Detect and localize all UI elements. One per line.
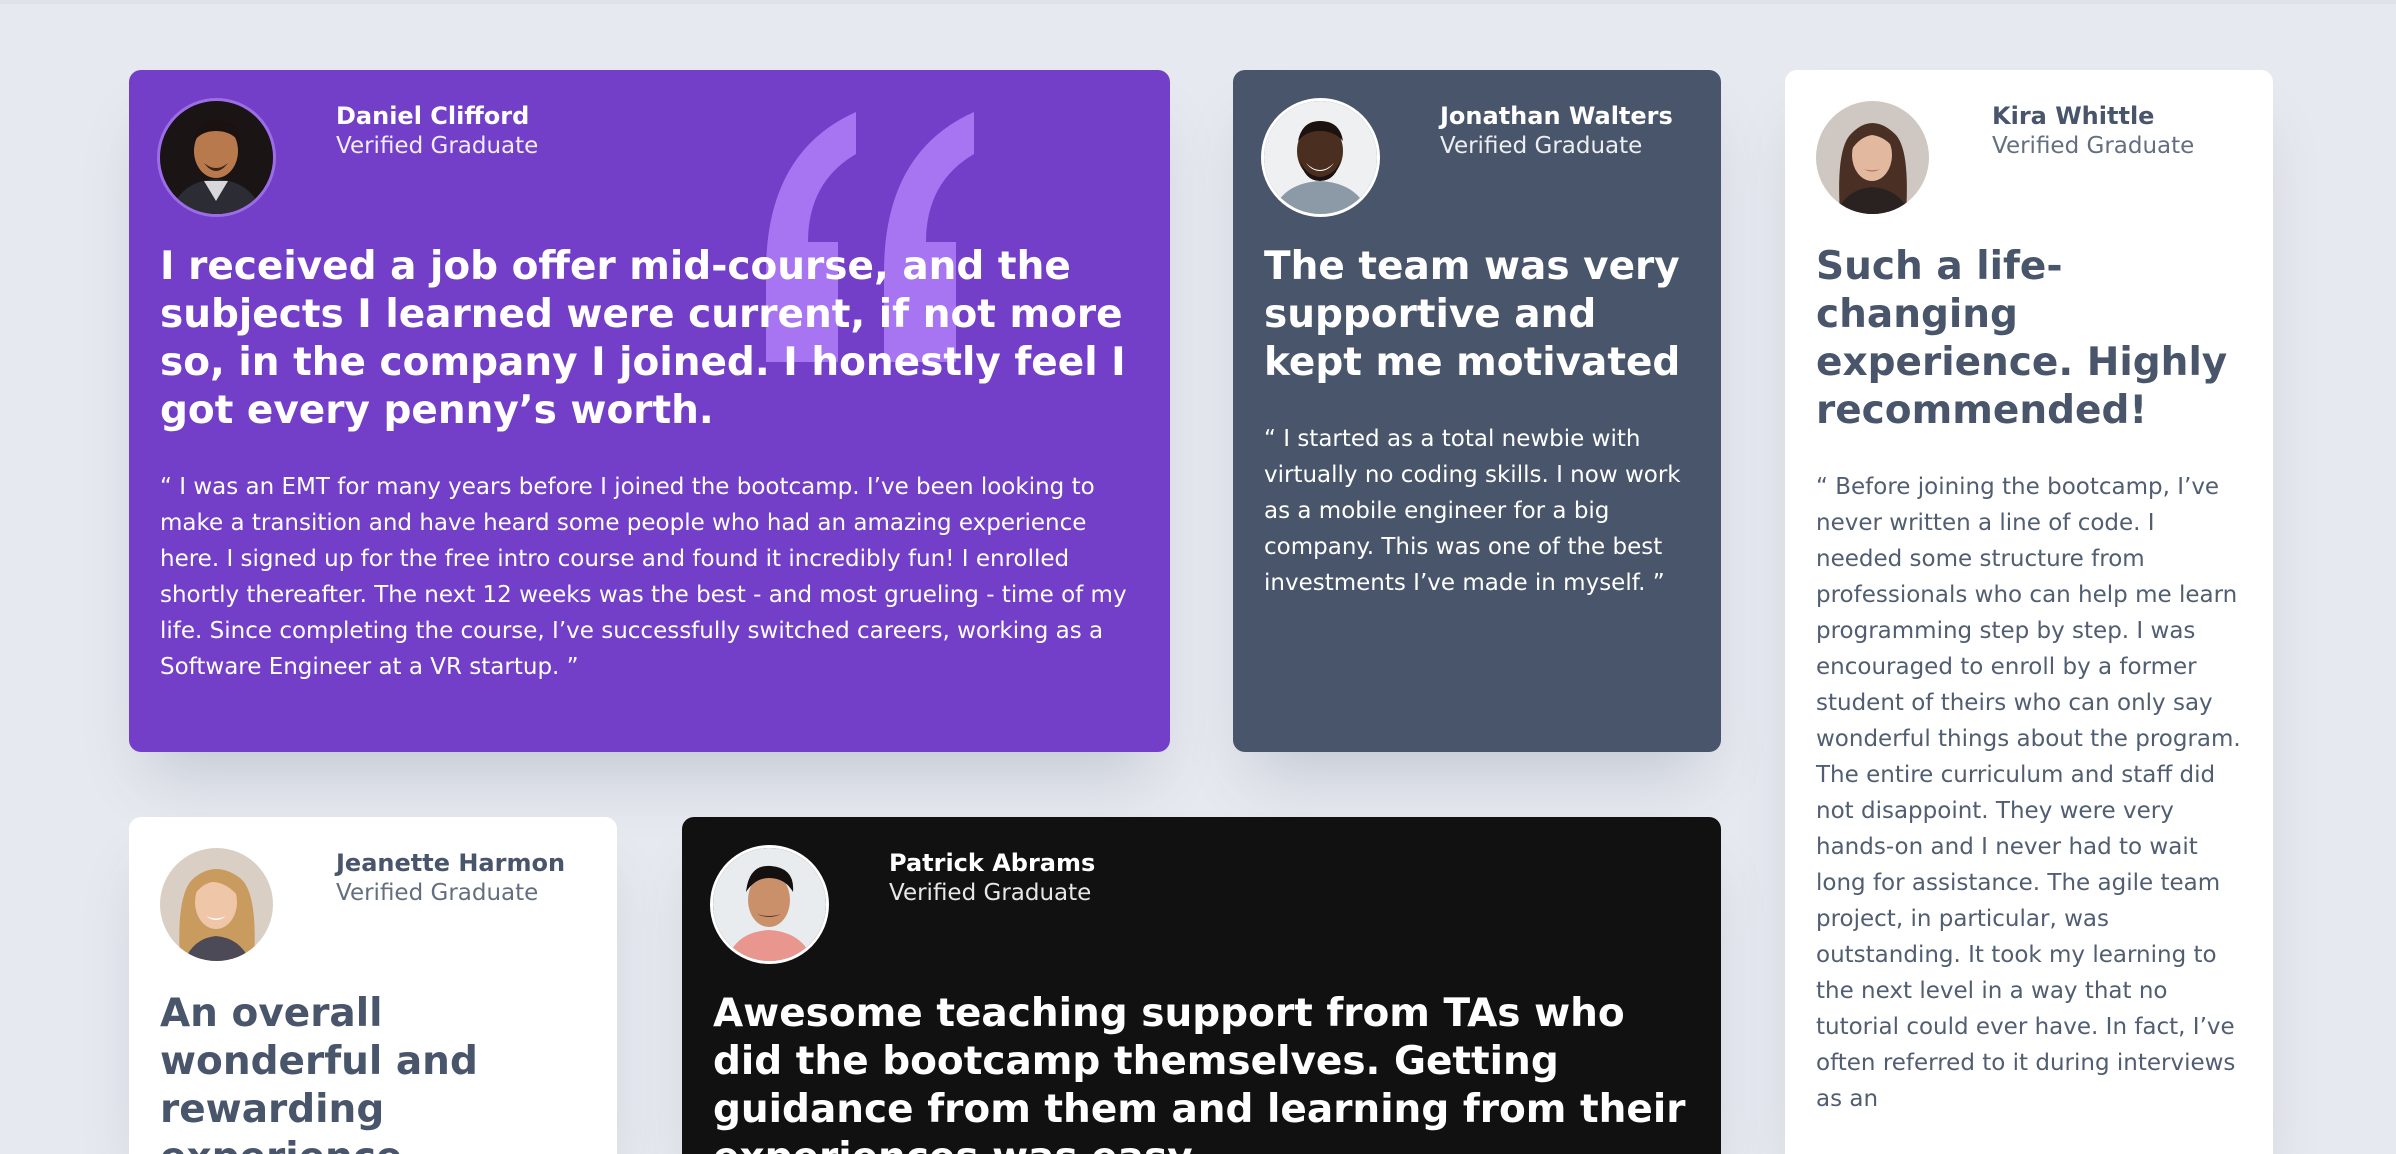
author-role: Verified Graduate [1440, 133, 1643, 159]
author-role: Verified Graduate [1992, 133, 2195, 159]
testimonial-card-daniel-clifford: Daniel Clifford Verified Graduate I rece… [129, 70, 1170, 752]
avatar [713, 848, 826, 961]
testimonial-headline: Awesome teaching support from TAs who di… [713, 991, 1686, 1154]
author-name: Jonathan Walters [1440, 102, 1673, 130]
avatar [1816, 101, 1929, 214]
author-role: Verified Graduate [336, 133, 539, 159]
author-name: Daniel Clifford [336, 102, 530, 130]
testimonial-headline: I received a job offer mid-course, and t… [160, 244, 1126, 433]
testimonial-quote: “ Before joining the bootcamp, I’ve neve… [1816, 474, 2241, 1112]
author-name: Kira Whittle [1992, 102, 2155, 130]
testimonial-card-patrick-abrams: Patrick Abrams Verified Graduate Awesome… [682, 817, 1721, 1154]
testimonial-headline: An overall wonderful and rewarding exper… [160, 991, 478, 1154]
author-role: Verified Graduate [336, 880, 539, 906]
author-name: Patrick Abrams [889, 849, 1096, 877]
avatar [1264, 101, 1377, 214]
author-name: Jeanette Harmon [336, 849, 566, 877]
testimonial-headline: The team was very supportive and kept me… [1264, 244, 1681, 385]
testimonial-quote: “ I started as a total newbie with virtu… [1264, 426, 1681, 596]
testimonial-headline: Such a life-changing experience. Highly … [1816, 244, 2228, 433]
testimonial-card-jonathan-walters: Jonathan Walters Verified Graduate The t… [1233, 70, 1721, 752]
author-role: Verified Graduate [889, 880, 1092, 906]
testimonial-card-jeanette-harmon: Jeanette Harmon Verified Graduate An ove… [129, 817, 617, 1154]
avatar [160, 848, 273, 961]
page-top-border [0, 0, 2396, 4]
avatar [160, 101, 273, 214]
testimonial-card-kira-whittle: Kira Whittle Verified Graduate Such a li… [1785, 70, 2273, 1154]
testimonial-quote: “ I was an EMT for many years before I j… [160, 474, 1127, 680]
